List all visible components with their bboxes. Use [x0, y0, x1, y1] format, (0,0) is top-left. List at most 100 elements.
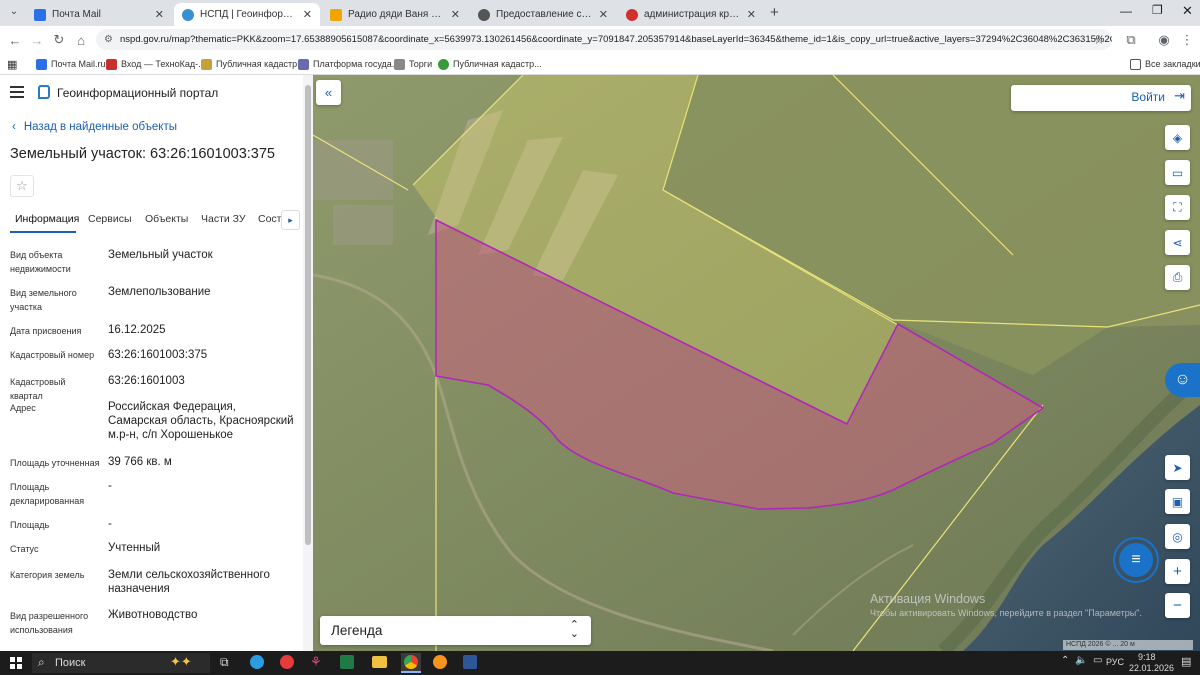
windows-watermark-title: Активация Windows	[870, 592, 985, 606]
select-area-icon[interactable]: ⛶	[1165, 195, 1190, 220]
explorer-icon[interactable]	[372, 656, 387, 668]
excel-icon[interactable]	[340, 655, 354, 669]
minimap-icon[interactable]: ▣	[1165, 489, 1190, 514]
all-bookmarks[interactable]: Все закладки	[1130, 56, 1200, 72]
layers-icon[interactable]: ◈	[1165, 125, 1190, 150]
yandex-icon[interactable]	[280, 655, 294, 669]
volume-icon[interactable]: 🔈	[1075, 655, 1087, 666]
forward-arrow-icon[interactable]: →	[28, 31, 46, 49]
network-icon[interactable]: ▭	[1093, 655, 1102, 666]
tab-radio[interactable]: Радио дяди Ваня на даче слуш ✕	[322, 3, 468, 26]
bookmark-label: Публичная кадастр...	[453, 59, 542, 69]
tab-administration[interactable]: администрация красноярско ✕	[618, 3, 764, 26]
collapse-panel-button[interactable]: «	[316, 80, 341, 105]
clock-time[interactable]: 9:18	[1138, 652, 1156, 662]
close-icon[interactable]: ✕	[593, 8, 608, 21]
bookmark-star-icon[interactable]: ☆	[1090, 31, 1108, 49]
extensions-icon[interactable]: ⧉	[1122, 31, 1140, 49]
chrome-icon[interactable]	[401, 653, 421, 673]
emblem-icon	[298, 58, 309, 70]
menu-dots-icon[interactable]: ⋮	[1178, 31, 1196, 49]
notifications-icon[interactable]: ▤	[1181, 655, 1191, 668]
tab-svedeniya[interactable]: Предоставление сведений из ✕	[470, 3, 616, 26]
home-icon[interactable]: ⌂	[72, 31, 90, 49]
navigate-icon[interactable]: ➤	[1165, 455, 1190, 480]
site-icon	[626, 8, 638, 21]
satellite-map[interactable]: Активация Windows Чтобы активировать Win…	[313, 75, 1200, 651]
tab-information[interactable]: Информация	[15, 213, 79, 225]
ruler-icon[interactable]: ▭	[1165, 160, 1190, 185]
close-icon[interactable]: ✕	[445, 8, 460, 21]
tab-parts[interactable]: Части ЗУ	[201, 213, 246, 225]
assistant-icon[interactable]: ☺	[1165, 363, 1200, 397]
app-icon[interactable]: ⚘	[310, 654, 322, 670]
bookmark-cadastre-2[interactable]: Публичная кадастр...	[438, 56, 542, 72]
attr-value: Российская Федерация, Самарская область,…	[108, 401, 294, 441]
tab-title: администрация красноярско	[644, 9, 741, 20]
tab-services[interactable]: Сервисы	[88, 213, 132, 225]
back-arrow-icon[interactable]: ←	[6, 31, 24, 49]
word-icon[interactable]	[463, 655, 477, 669]
print-icon[interactable]: ⎙	[1165, 265, 1190, 290]
windows-taskbar: ⌕ Поиск ✦✦ ⧉ ⚘ ⌃ 🔈 ▭ РУС 9:18 22.01.2026…	[0, 651, 1200, 675]
close-icon[interactable]: ✕	[741, 8, 756, 21]
tab-nspd[interactable]: НСПД | Геоинформационны ✕	[174, 3, 320, 26]
attr-label: Кадастровый квартал	[10, 377, 66, 401]
legend-dropdown[interactable]: Легенда ⌃ ⌄	[320, 616, 591, 645]
odnoklassniki-icon[interactable]	[433, 655, 447, 669]
reload-icon[interactable]: ↻	[50, 31, 68, 49]
share-icon[interactable]: ⋖	[1165, 230, 1190, 255]
bookmark-cadastre-1[interactable]: Публичная кадастр...	[201, 56, 305, 72]
mail-icon	[36, 58, 47, 70]
panel-scrollbar-thumb[interactable]	[305, 85, 311, 545]
taskbar-search[interactable]: ⌕ Поиск ✦✦	[32, 653, 210, 673]
check-icon	[438, 58, 449, 70]
bookmark-tehnokad[interactable]: Вход — ТехноКад-...	[106, 56, 206, 72]
apps-grid-icon[interactable]: ▦	[7, 56, 17, 72]
minimize-button[interactable]: —	[1120, 4, 1132, 18]
tab-objects[interactable]: Объекты	[145, 213, 188, 225]
folder-icon	[1130, 58, 1141, 70]
tab-active-underline	[10, 231, 76, 233]
chevron-left-icon: ‹	[12, 121, 16, 133]
geolocation-icon[interactable]: ◎	[1165, 524, 1190, 549]
edge-icon[interactable]	[250, 655, 264, 669]
hamburger-menu-icon[interactable]	[10, 86, 24, 98]
close-icon[interactable]: ✕	[297, 8, 312, 21]
tab-title: Радио дяди Ваня на даче слуш	[348, 9, 445, 20]
back-to-results-link[interactable]: ‹ Назад в найденные объекты	[12, 121, 177, 133]
browser-tab-strip: ⌄ Почта Mail ✕ НСПД | Геоинформационны ✕…	[0, 0, 1200, 26]
url-text: nspd.gov.ru/map?thematic=PKK&zoom=17.653…	[120, 34, 1112, 45]
chat-button[interactable]: ≡	[1113, 537, 1159, 583]
language-indicator[interactable]: РУС	[1106, 657, 1124, 667]
tray-chevron-icon[interactable]: ⌃	[1061, 655, 1069, 666]
play-icon	[330, 8, 342, 21]
bookmark-torgi[interactable]: Торги	[394, 56, 432, 72]
emblem-icon	[394, 58, 405, 70]
attr-value: -	[108, 480, 112, 492]
new-tab-button[interactable]: +	[770, 4, 779, 21]
start-button[interactable]	[10, 657, 22, 669]
tab-title: НСПД | Геоинформационны	[200, 9, 297, 20]
attr-label: Адрес	[10, 403, 36, 413]
close-window-button[interactable]: ✕	[1182, 3, 1193, 19]
task-view-icon[interactable]: ⧉	[220, 655, 229, 670]
close-icon[interactable]: ✕	[149, 8, 164, 21]
tab-search-icon[interactable]: ⌄	[6, 6, 22, 20]
site-info-icon[interactable]: ⚙	[104, 29, 113, 50]
bookmark-platform[interactable]: Платформа госуда...	[298, 56, 399, 72]
tabs-scroll-right-button[interactable]: ▸	[281, 210, 300, 230]
zoom-in-button[interactable]: +	[1165, 559, 1190, 584]
zoom-out-button[interactable]: −	[1165, 593, 1190, 618]
favorite-star-button[interactable]: ☆	[10, 175, 34, 197]
clock-date[interactable]: 22.01.2026	[1129, 663, 1174, 673]
tab-mail[interactable]: Почта Mail ✕	[26, 3, 172, 26]
map-view[interactable]: Активация Windows Чтобы активировать Win…	[313, 75, 1200, 651]
maximize-button[interactable]: ❐	[1152, 3, 1163, 17]
attr-value: 16.12.2025	[108, 324, 166, 336]
login-bar[interactable]: Войти ⇥	[1011, 85, 1191, 111]
attr-value: 39 766 кв. м	[108, 456, 172, 468]
url-input[interactable]: ⚙ nspd.gov.ru/map?thematic=PKK&zoom=17.6…	[96, 29, 1112, 50]
bookmark-mail[interactable]: Почта Mail.ru	[36, 56, 106, 72]
profile-icon[interactable]: ◉	[1155, 31, 1173, 49]
